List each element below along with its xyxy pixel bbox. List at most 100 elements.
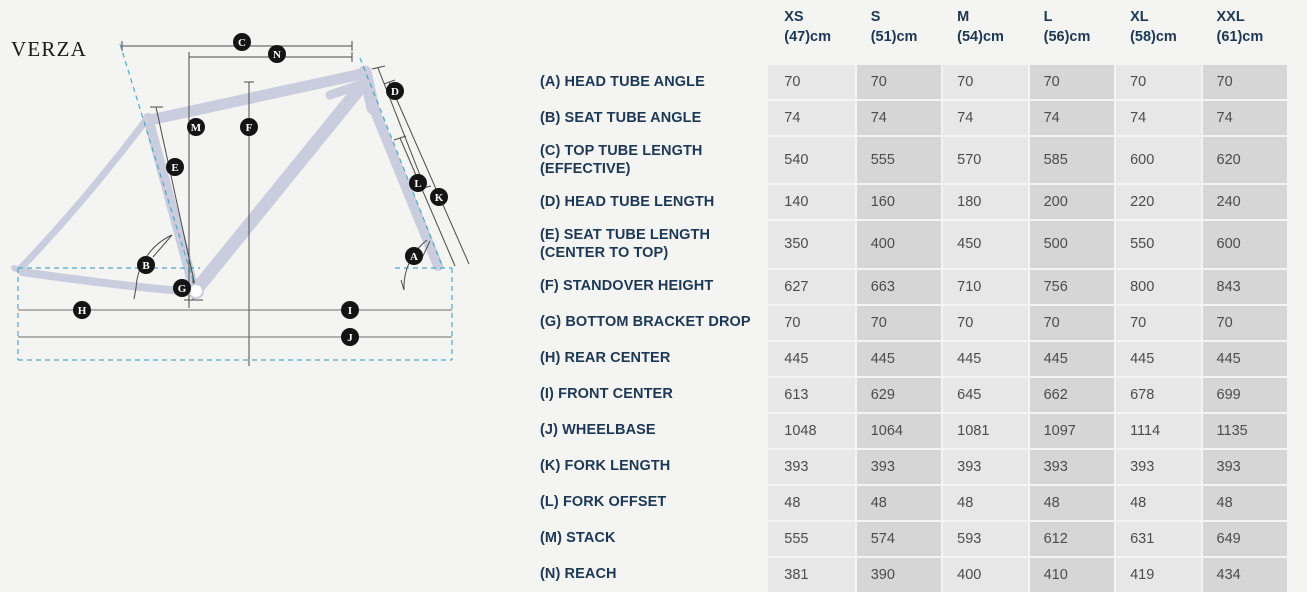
table-row: (E) SEAT TUBE LENGTH (CENTER TO TOP) 350 4… — [529, 219, 1287, 269]
row-label: (D) HEAD TUBE LENGTH — [529, 184, 769, 221]
cell-value: 699 — [1200, 375, 1287, 413]
cell-value: 419 — [1114, 555, 1201, 592]
cell-value: 445 — [1200, 339, 1287, 377]
table-header-row: XS (47)cm S (51)cm M (54)cm L (56)cm XL (58)cm XXL… — [529, 0, 1287, 65]
cell-value: 74 — [941, 99, 1028, 136]
table-row: (C) TOP TUBE LENGTH (EFFECTIVE) 540 555 570… — [529, 134, 1287, 185]
marker-e-badge: E — [166, 158, 184, 176]
header-size-name: XS — [784, 9, 804, 25]
cell-value: 1081 — [941, 411, 1028, 449]
row-label: (J) WHEELBASE — [529, 412, 769, 449]
cell-value: 74 — [854, 99, 942, 136]
cell-value: 393 — [1200, 447, 1287, 485]
row-label: (E) SEAT TUBE LENGTH (CENTER TO TOP) — [529, 220, 769, 269]
header-size-xs: XS (47)cm — [768, 0, 855, 65]
cell-value: 200 — [1027, 183, 1115, 221]
cell-value: 1048 — [768, 411, 855, 449]
marker-l-badge: L — [409, 174, 427, 192]
header-size-name: M — [957, 9, 970, 25]
cell-value: 48 — [768, 483, 855, 521]
table-row: (I) FRONT CENTER 613 629 645 662 678 699 — [529, 375, 1287, 413]
frame-tubes — [11, 65, 443, 297]
table-row: (J) WHEELBASE 1048 1064 1081 1097 1114 1135 — [529, 411, 1287, 449]
cell-value: 574 — [854, 519, 942, 557]
table-row: (M) STACK 555 574 593 612 631 649 — [529, 519, 1287, 557]
table-row: (A) HEAD TUBE ANGLE 70 70 70 70 70 70 — [529, 65, 1287, 100]
cell-value: 593 — [941, 519, 1028, 557]
cell-value: 629 — [854, 375, 942, 413]
cell-value: 645 — [941, 375, 1028, 413]
svg-text:G: G — [178, 283, 187, 295]
row-label: (F) STANDOVER HEIGHT — [529, 268, 769, 305]
header-size-cm: (47)cm — [784, 28, 831, 45]
row-label: (H) REAR CENTER — [529, 340, 769, 377]
marker-g-badge: G — [173, 279, 191, 297]
cell-value: 70 — [1114, 303, 1201, 341]
cell-value: 70 — [1027, 303, 1115, 341]
header-size-cm: (51)cm — [870, 28, 918, 45]
cell-value: 48 — [1114, 483, 1201, 521]
table-row: (G) BOTTOM BRACKET DROP 70 70 70 70 70 70 — [529, 303, 1287, 341]
row-label: (K) FORK LENGTH — [529, 448, 769, 485]
svg-text:I: I — [348, 305, 352, 317]
table-row: (K) FORK LENGTH 393 393 393 393 393 393 — [529, 447, 1287, 485]
marker-j-badge: J — [341, 328, 359, 346]
cell-value: 585 — [1027, 134, 1115, 185]
table-row: (L) FORK OFFSET 48 48 48 48 48 48 — [529, 483, 1287, 521]
header-size-xxl: XXL (61)cm — [1200, 0, 1287, 65]
svg-text:C: C — [238, 37, 246, 49]
cell-value: 627 — [768, 267, 855, 305]
cell-value: 74 — [1200, 99, 1287, 136]
header-size-m: M (54)cm — [941, 0, 1028, 65]
table-row: (B) SEAT TUBE ANGLE 74 74 74 74 74 74 — [529, 99, 1287, 136]
cell-value: 613 — [768, 375, 855, 413]
cell-value: 410 — [1027, 555, 1115, 592]
marker-c-badge: C — [233, 33, 251, 51]
header-size-xl: XL (58)cm — [1114, 0, 1201, 65]
cell-value: 612 — [1027, 519, 1115, 557]
svg-text:K: K — [435, 192, 444, 204]
table-row: (N) REACH 381 390 400 410 419 434 — [529, 555, 1287, 592]
header-measurement-label — [529, 0, 769, 65]
cell-value: 70 — [941, 303, 1028, 341]
cell-value: 800 — [1114, 267, 1201, 305]
marker-f-badge: F — [240, 118, 258, 136]
cell-value: 48 — [1200, 483, 1287, 521]
header-size-name: XL — [1130, 9, 1149, 25]
cell-value: 70 — [941, 65, 1028, 100]
cell-value: 1114 — [1114, 411, 1201, 449]
cell-value: 70 — [1027, 65, 1115, 100]
header-size-cm: (54)cm — [957, 28, 1004, 45]
cell-value: 350 — [768, 219, 855, 269]
marker-k-badge: K — [430, 188, 448, 206]
cell-value: 160 — [854, 183, 942, 221]
cell-value: 500 — [1027, 219, 1115, 269]
header-size-cm: (61)cm — [1216, 28, 1264, 45]
cell-value: 70 — [1114, 65, 1201, 100]
geometry-chart-page: VERZA A B C D E F G H I J K L M N XS (47… — [0, 0, 1307, 592]
cell-value: 1135 — [1200, 411, 1287, 449]
cell-value: 540 — [768, 134, 855, 185]
cell-value: 70 — [768, 303, 855, 341]
svg-text:E: E — [171, 162, 178, 174]
cell-value: 393 — [1114, 447, 1201, 485]
cell-value: 180 — [941, 183, 1028, 221]
svg-text:L: L — [414, 178, 421, 190]
marker-n-badge: N — [268, 45, 286, 63]
bike-frame-drawing: A B C D E F G H I J K L M N — [11, 33, 470, 366]
svg-text:J: J — [347, 332, 353, 344]
row-label: (A) HEAD TUBE ANGLE — [529, 65, 769, 100]
bike-geometry-diagram: VERZA A B C D E F G H I J K L M N — [0, 0, 520, 565]
header-size-name: L — [1043, 9, 1053, 25]
cell-value: 48 — [854, 483, 942, 521]
cell-value: 140 — [768, 183, 855, 221]
cell-value: 600 — [1114, 134, 1201, 185]
marker-h-badge: H — [73, 301, 91, 319]
cell-value: 220 — [1114, 183, 1201, 221]
cell-value: 445 — [854, 339, 942, 377]
cell-value: 631 — [1114, 519, 1201, 557]
cell-value: 445 — [941, 339, 1028, 377]
cell-value: 74 — [1114, 99, 1201, 136]
bottom-bracket — [188, 283, 204, 299]
cell-value: 400 — [941, 555, 1028, 592]
